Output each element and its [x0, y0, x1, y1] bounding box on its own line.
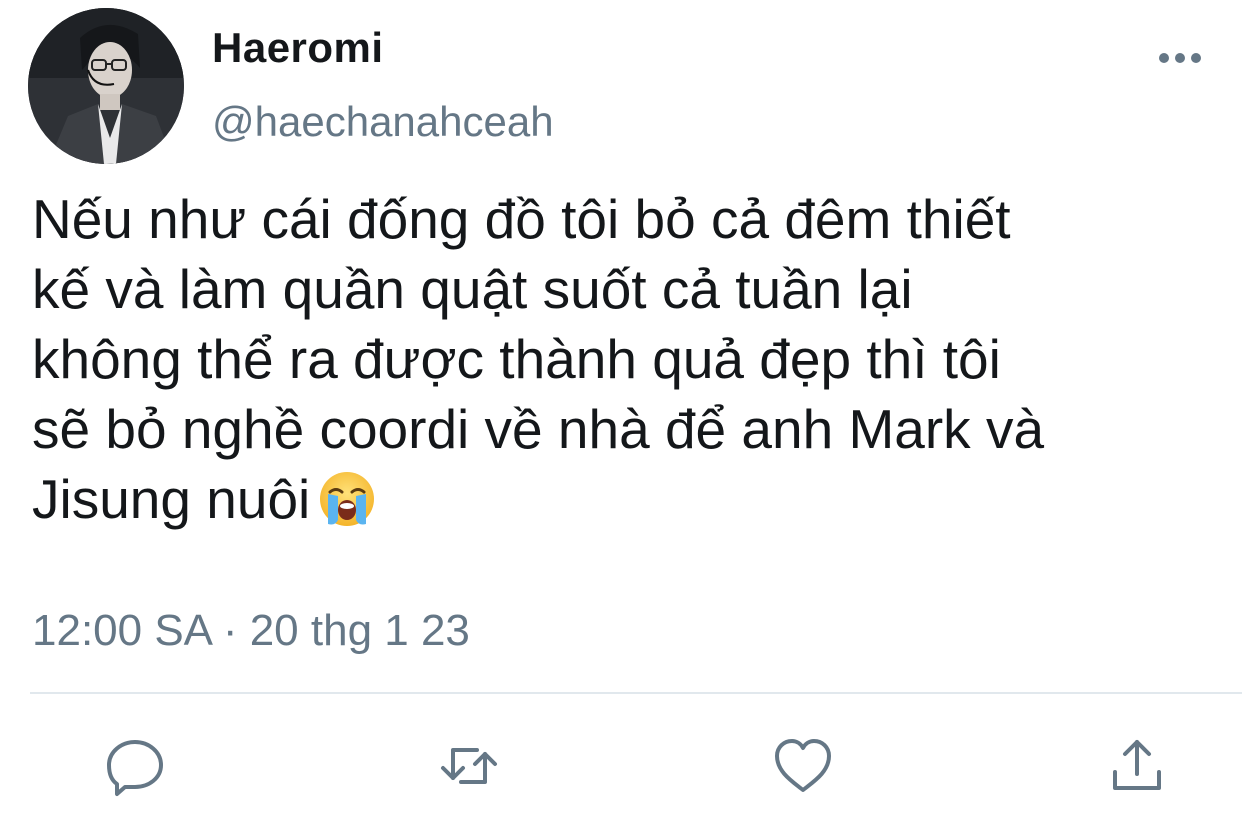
avatar[interactable]: [28, 8, 184, 164]
user-handle[interactable]: @haechanahceah: [212, 98, 554, 146]
divider: [30, 692, 1242, 694]
more-dots-icon: [1159, 53, 1201, 63]
avatar-photo-icon: [28, 8, 184, 164]
reply-icon: [107, 740, 163, 796]
tweet-card: Haeromi @haechanahceah Nếu như cái đống …: [0, 0, 1242, 839]
share-icon: [1113, 740, 1161, 790]
reply-button[interactable]: [103, 734, 167, 798]
tweet-text: Nếu như cái đống đồ tôi bỏ cả đêm thiết …: [32, 184, 1222, 534]
loudly-crying-face-icon: [320, 472, 375, 526]
retweet-icon: [441, 748, 497, 784]
retweet-button[interactable]: [437, 734, 501, 798]
display-name[interactable]: Haeromi: [212, 24, 384, 72]
tweet-timestamp[interactable]: 12:00 SA · 20 thg 1 23: [32, 606, 470, 656]
more-options-button[interactable]: [1150, 38, 1210, 78]
share-button[interactable]: [1105, 734, 1169, 798]
like-button[interactable]: [771, 734, 835, 798]
tweet-body: Nếu như cái đống đồ tôi bỏ cả đêm thiết …: [32, 188, 1045, 530]
heart-icon: [775, 739, 831, 792]
